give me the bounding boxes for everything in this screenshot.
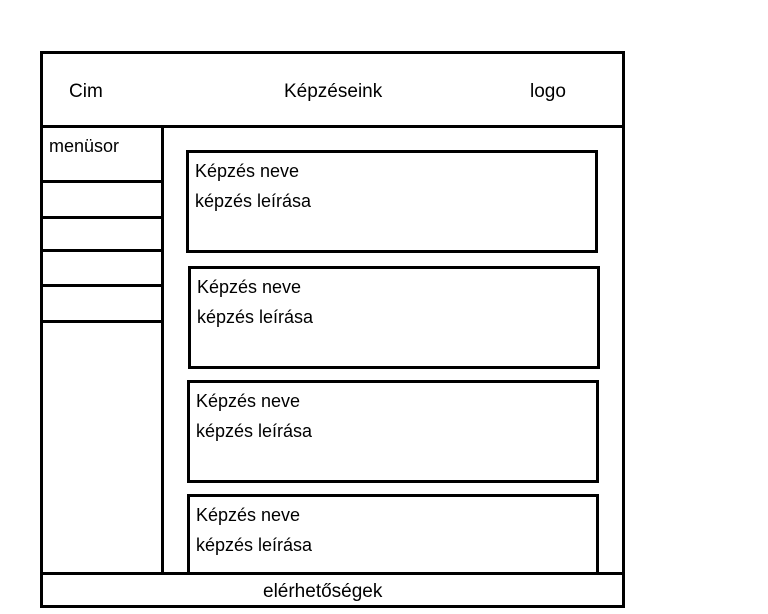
course-name: Képzés neve (195, 161, 300, 181)
course-card[interactable]: Képzés neve képzés leírása (187, 380, 599, 483)
footer: elérhetőségek (43, 572, 622, 608)
menu-item-divider (41, 249, 161, 252)
menu-item-divider (41, 216, 161, 219)
menu-title: menüsor (49, 136, 120, 156)
header: Cim Képzéseink logo (43, 54, 622, 128)
logo: logo (530, 81, 566, 102)
site-title: Cim (69, 81, 103, 102)
course-name: Képzés neve (196, 505, 301, 525)
course-card[interactable]: Képzés neve képzés leírása (188, 266, 600, 369)
course-description: képzés leírása (197, 307, 314, 327)
footer-contacts[interactable]: elérhetőségek (263, 581, 382, 603)
menu-item-divider (41, 180, 161, 183)
sidebar-menu: menüsor (41, 128, 164, 572)
menu-item-divider (41, 320, 161, 323)
page-wireframe: Cim Képzéseink logo menüsor Képzés neve … (40, 51, 625, 608)
course-name: Képzés neve (197, 277, 302, 297)
course-card[interactable]: Képzés neve képzés leírása (187, 494, 599, 572)
course-list: Képzés neve képzés leírása Képzés neve k… (164, 128, 622, 572)
course-description: képzés leírása (195, 191, 312, 211)
nav-courses-link[interactable]: Képzéseink (284, 81, 382, 103)
course-description: képzés leírása (196, 421, 313, 441)
course-name: Képzés neve (196, 391, 301, 411)
course-description: képzés leírása (196, 535, 313, 555)
course-card[interactable]: Képzés neve képzés leírása (186, 150, 598, 253)
menu-item-divider (41, 284, 161, 287)
